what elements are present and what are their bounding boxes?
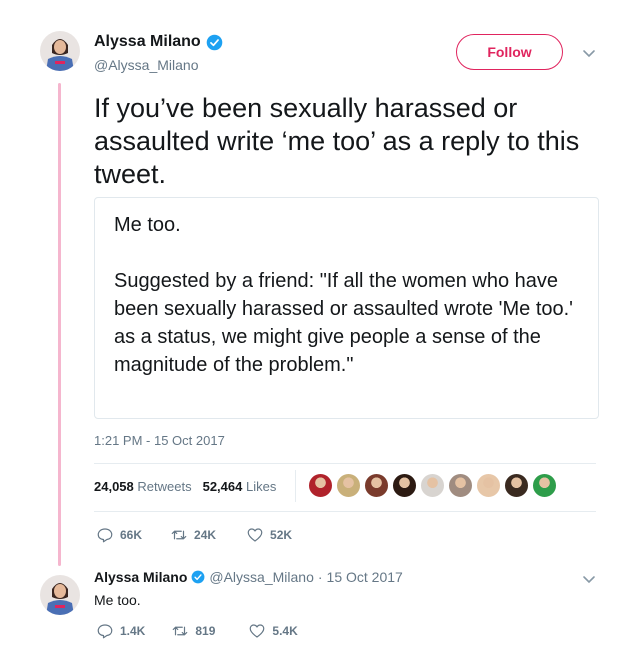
retweet-count: 24K [194, 528, 217, 542]
like-count: 52K [270, 528, 293, 542]
reply-icon [97, 528, 113, 543]
reply-count: 1.4K [120, 624, 146, 638]
liker-avatar[interactable] [420, 473, 445, 498]
reply-actions: 1.4K 819 5.4K [96, 622, 298, 640]
liker-avatar[interactable] [448, 473, 473, 498]
liker-avatar[interactable] [392, 473, 417, 498]
avatar[interactable] [40, 31, 80, 71]
author-handle[interactable]: @Alyssa_Milano [94, 57, 198, 73]
like-action[interactable]: 5.4K [248, 622, 298, 640]
reply-action[interactable]: 1.4K [96, 622, 145, 640]
reply-header: Alyssa Milano @Alyssa_Milano · 15 Oct 20… [94, 569, 403, 585]
quoted-text-body: Suggested by a friend: "If all the women… [114, 270, 574, 376]
like-action[interactable]: 52K [246, 526, 292, 544]
liker-avatar[interactable] [476, 473, 501, 498]
meta-separator: · [317, 569, 323, 585]
reply-count: 66K [120, 528, 143, 542]
likes-label: Likes [245, 479, 277, 494]
stats-separator [295, 470, 296, 502]
chevron-down-icon[interactable] [581, 45, 597, 61]
heart-icon [247, 528, 263, 542]
author-name[interactable]: Alyssa Milano [94, 33, 201, 51]
liker-avatar[interactable] [504, 473, 529, 498]
chevron-down-icon[interactable] [581, 571, 597, 587]
reply-author-name[interactable]: Alyssa Milano [94, 569, 187, 585]
tweet-actions: 66K 24K 52K [96, 526, 292, 544]
likes-stat[interactable]: 52,464 Likes [203, 479, 277, 494]
retweets-stat[interactable]: 24,058 Retweets [94, 479, 192, 494]
quoted-text-line1: Me too. [114, 214, 181, 236]
liker-avatar[interactable] [336, 473, 361, 498]
thread-connector-line [58, 83, 61, 566]
divider [94, 511, 596, 512]
divider [94, 463, 596, 464]
author-name-row: Alyssa Milano [94, 33, 223, 51]
liker-avatar[interactable] [364, 473, 389, 498]
retweet-icon [171, 530, 187, 540]
tweet-text: If you’ve been sexually harassed or assa… [94, 93, 580, 189]
follow-button[interactable]: Follow [456, 34, 563, 70]
reply-author-handle[interactable]: @Alyssa_Milano [209, 569, 313, 585]
liker-avatars [308, 473, 557, 498]
retweets-count: 24,058 [94, 479, 134, 494]
tweet-timestamp[interactable]: 1:21 PM - 15 Oct 2017 [94, 433, 225, 448]
avatar[interactable] [40, 575, 80, 615]
reply-action[interactable]: 66K [96, 526, 142, 544]
liker-avatar[interactable] [532, 473, 557, 498]
retweet-count: 819 [195, 624, 216, 638]
verified-badge-icon [191, 570, 205, 584]
liker-avatar[interactable] [308, 473, 333, 498]
retweet-action[interactable]: 819 [171, 622, 215, 640]
quoted-tweet-card[interactable]: Me too. Suggested by a friend: "If all t… [94, 197, 599, 419]
likes-count: 52,464 [202, 479, 243, 494]
retweets-label: Retweets [137, 479, 192, 494]
reply-date[interactable]: 15 Oct 2017 [327, 569, 403, 585]
verified-badge-icon [206, 34, 223, 51]
like-count: 5.4K [272, 624, 298, 638]
reply-text: Me too. [94, 592, 141, 608]
retweet-action[interactable]: 24K [170, 526, 216, 544]
engagement-stats: 24,058 Retweets 52,464 Likes [94, 479, 276, 494]
reply-icon [97, 624, 113, 639]
retweet-icon [173, 626, 188, 636]
heart-icon [250, 624, 265, 638]
